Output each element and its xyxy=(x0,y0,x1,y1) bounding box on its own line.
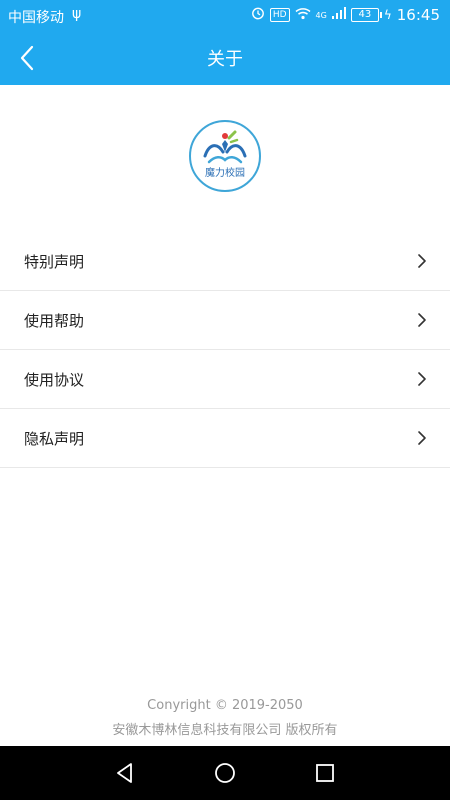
chevron-right-icon xyxy=(418,431,426,445)
menu-item-special-statement[interactable]: 特别声明 xyxy=(0,232,450,291)
menu-item-label: 隐私声明 xyxy=(24,430,85,448)
header-bar: 中国移动 ψ HD 4G 43 ϟ 16:45 关于 xyxy=(0,0,450,85)
signal-icon xyxy=(331,7,346,23)
menu-item-help[interactable]: 使用帮助 xyxy=(0,291,450,350)
menu-item-user-agreement[interactable]: 使用协议 xyxy=(0,350,450,409)
menu-item-label: 使用帮助 xyxy=(24,312,85,330)
footer-copyright: Conyright © 2019-2050 xyxy=(147,698,303,713)
carrier-label: 中国移动 xyxy=(8,10,64,26)
nav-bar: 关于 xyxy=(0,32,450,85)
chevron-right-icon xyxy=(418,313,426,327)
network-type-label: 4G xyxy=(315,10,327,20)
menu-item-label: 特别声明 xyxy=(24,253,85,271)
system-back-button[interactable] xyxy=(112,760,138,786)
square-recents-icon xyxy=(316,764,334,782)
charging-icon: ϟ xyxy=(383,8,392,22)
wifi-icon xyxy=(295,7,311,24)
triangle-back-icon xyxy=(117,763,132,783)
page-title: 关于 xyxy=(207,49,243,70)
chevron-right-icon xyxy=(418,254,426,268)
usb-icon: ψ xyxy=(72,6,82,22)
system-navigation-bar xyxy=(0,746,450,800)
footer-company: 安徽木博林信息科技有限公司 版权所有 xyxy=(112,723,338,738)
menu-item-label: 使用协议 xyxy=(24,371,85,389)
battery-icon: 43 xyxy=(350,8,382,22)
status-time: 16:45 xyxy=(396,6,440,24)
circle-home-icon xyxy=(215,763,235,783)
app-logo: 魔力校园 xyxy=(189,120,261,192)
chevron-right-icon xyxy=(418,372,426,386)
hd-badge: HD xyxy=(269,8,290,22)
status-bar: 中国移动 ψ HD 4G 43 ϟ 16:45 xyxy=(0,0,450,32)
status-right: HD 4G 43 ϟ 16:45 xyxy=(251,6,440,24)
system-home-button[interactable] xyxy=(212,760,238,786)
menu-item-privacy-statement[interactable]: 隐私声明 xyxy=(0,409,450,468)
battery-level: 43 xyxy=(358,9,372,20)
about-menu: 特别声明 使用帮助 使用协议 隐私声明 xyxy=(0,232,450,468)
logo-text: 魔力校园 xyxy=(205,166,245,179)
system-recents-button[interactable] xyxy=(312,760,338,786)
app-logo-image: 魔力校园 xyxy=(203,130,247,179)
alarm-icon xyxy=(251,6,265,24)
